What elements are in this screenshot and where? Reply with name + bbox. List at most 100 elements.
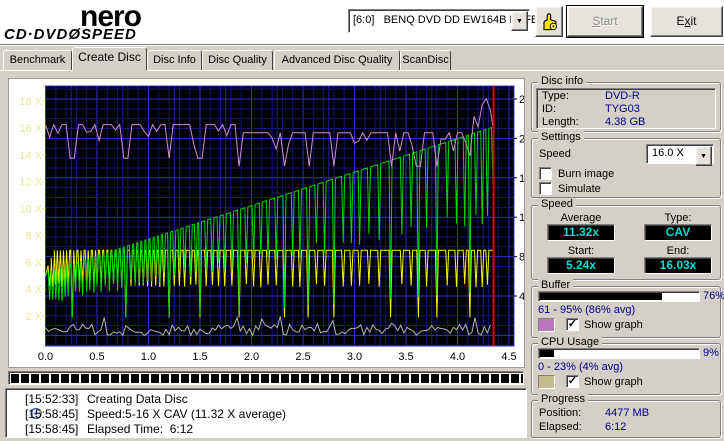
exit-label-post: it [690, 14, 697, 28]
svg-text:2 X: 2 X [25, 311, 42, 323]
cpu-show-graph-label: Show graph [584, 376, 643, 388]
write-progress-bar-fill [11, 374, 523, 383]
disc-info-inset: Type: DVD-R ID: TYG03 Length: 4.38 GB [536, 88, 716, 129]
speed-average-label: Average [560, 212, 602, 224]
svg-text:10 X: 10 X [19, 204, 42, 216]
tab-disc-info[interactable]: Disc Info [147, 50, 202, 71]
disc-length-label: Length: [542, 116, 579, 128]
cpu-percent: 9% [703, 347, 719, 359]
speed-start-label: Start: [567, 245, 595, 257]
position-label: Position: [539, 407, 582, 419]
log-time: [15:58:45] [25, 406, 79, 421]
buffer-color-swatch [538, 318, 555, 332]
buffer-group: Buffer 76% 61 - 95% (86% avg) ✓ Show gra… [531, 279, 724, 338]
speed-average-value: 11.32x [547, 224, 615, 241]
cpu-title: CPU Usage [538, 336, 603, 348]
speed-group: Speed Average Type: 11.32x CAV Start: En… [531, 198, 721, 280]
buffer-show-graph-checkbox[interactable]: ✓ [566, 318, 579, 331]
buffer-meter-fill [540, 293, 662, 300]
tab-disc-quality[interactable]: Disc Quality [202, 50, 273, 71]
speed-select-value: 16.0 X [652, 147, 684, 159]
nero-cd-dvd-speed-window: { "brand": { "line1": "nero", "line2a": … [0, 0, 724, 441]
tab-benchmark[interactable]: Benchmark [3, 50, 72, 71]
log-row: [15:58:45] Speed:5-16 X CAV (11.32 X ave… [10, 406, 526, 421]
start-label-post: tart [600, 14, 618, 28]
select-speed-button[interactable] [535, 6, 563, 37]
svg-text:2.0: 2.0 [244, 351, 259, 363]
log-time: [15:52:33] [25, 391, 79, 406]
log-icon-spacer [10, 423, 25, 435]
tab-create-disc[interactable]: Create Disc [72, 47, 147, 71]
burn-image-checkbox[interactable] [539, 167, 552, 180]
log-text: Speed:5-16 X CAV (11.32 X average) [87, 406, 287, 421]
burn-disc-icon [10, 393, 43, 419]
simulate-label: Simulate [558, 183, 601, 195]
hand-icon [543, 13, 558, 31]
disc-length-value: 4.38 GB [605, 116, 646, 128]
buffer-show-graph-label: Show graph [584, 319, 643, 331]
tab-advanced-disc-quality[interactable]: Advanced Disc Quality [274, 50, 400, 71]
speed-end-value: 16.03x [644, 257, 712, 274]
svg-text:8 X: 8 X [25, 230, 42, 242]
log-panel: [15:52:33] Creating Data Disc [15:58:45]… [5, 388, 527, 438]
disc-type-value: DVD-R [605, 90, 640, 102]
cpu-show-graph-checkbox[interactable]: ✓ [566, 375, 579, 388]
start-button[interactable]: Start [567, 6, 643, 37]
speed-type-label: Type: [664, 212, 692, 224]
svg-text:12: 12 [519, 212, 524, 224]
toolbar-separator [0, 44, 724, 46]
exit-button[interactable]: Exit [650, 6, 723, 37]
speed-select[interactable]: 16.0 X ▼ [646, 144, 714, 166]
svg-text:1.5: 1.5 [192, 351, 207, 363]
log-icon-spacer [10, 408, 25, 420]
logo-cddvd: CD·DVD [4, 26, 69, 43]
progress-title: Progress [538, 393, 589, 405]
elapsed-label: Elapsed: [539, 421, 582, 433]
toolbar: nero CD·DVDØSPEED [6:0] BENQ DVD DD EW16… [0, 0, 724, 44]
svg-text:6 X: 6 X [25, 257, 42, 269]
disc-id-label: ID: [542, 103, 557, 115]
buffer-meter [538, 291, 700, 302]
svg-text:1.0: 1.0 [141, 351, 156, 363]
log-time: [15:58:45] [25, 421, 79, 436]
drive-select-dropdown-button[interactable]: ▼ [511, 11, 528, 31]
svg-text:24: 24 [519, 94, 524, 106]
log-row: [15:52:33] Creating Data Disc [10, 391, 526, 419]
burn-image-label: Burn image [558, 168, 615, 180]
svg-text:14 X: 14 X [19, 150, 42, 162]
write-progress-bar [8, 371, 524, 385]
write-speed-chart-panel: 2 X 4 X 6 X 8 X 10 X 12 X 14 X 16 X 18 X 24 20 16 12… [8, 78, 531, 368]
disc-info-group: Disc info Type: DVD-R ID: TYG03 Length: … [531, 75, 721, 132]
drive-select[interactable]: [6:0] BENQ DVD DD EW164B BEFB ▼ [348, 9, 538, 33]
speed-setting-label: Speed [539, 148, 571, 160]
position-value: 4477 MB [605, 407, 650, 419]
log-text: Elapsed Time: 6:12 [87, 421, 194, 436]
simulate-checkbox[interactable] [539, 182, 552, 195]
buffer-title: Buffer [538, 279, 574, 291]
logo-slash: Ø [68, 26, 82, 43]
speed-end-label: End: [666, 245, 690, 257]
svg-text:16: 16 [519, 173, 524, 185]
cpu-color-swatch [538, 375, 555, 389]
disc-type-label: Type: [542, 90, 569, 102]
svg-text:3.5: 3.5 [398, 351, 413, 363]
tab-scandisc[interactable]: ScanDisc [400, 50, 451, 71]
svg-text:3.0: 3.0 [347, 351, 362, 363]
svg-text:12 X: 12 X [19, 177, 42, 189]
exit-label-pre: E [676, 14, 685, 28]
svg-text:18 X: 18 X [19, 96, 42, 108]
svg-text:16 X: 16 X [19, 123, 42, 135]
svg-text:2.5: 2.5 [295, 351, 310, 363]
cpu-range: 0 - 23% (4% avg) [538, 361, 623, 373]
speed-title: Speed [538, 198, 576, 210]
disc-info-title: Disc info [538, 75, 587, 87]
buffer-range: 61 - 95% (86% avg) [538, 304, 636, 316]
cpu-group: CPU Usage 9% 0 - 23% (4% avg) ✓ Show gra… [531, 336, 721, 395]
svg-text:4.5: 4.5 [501, 351, 516, 363]
create-disc-chart: 2 X 4 X 6 X 8 X 10 X 12 X 14 X 16 X 18 X 24 20 16 12… [19, 85, 531, 363]
svg-text:8: 8 [519, 252, 524, 264]
speed-select-dropdown-button[interactable]: ▼ [695, 146, 712, 166]
cpu-meter-fill [540, 350, 555, 357]
buffer-percent: 76% [703, 290, 724, 302]
speed-start-value: 5.24x [547, 257, 615, 274]
